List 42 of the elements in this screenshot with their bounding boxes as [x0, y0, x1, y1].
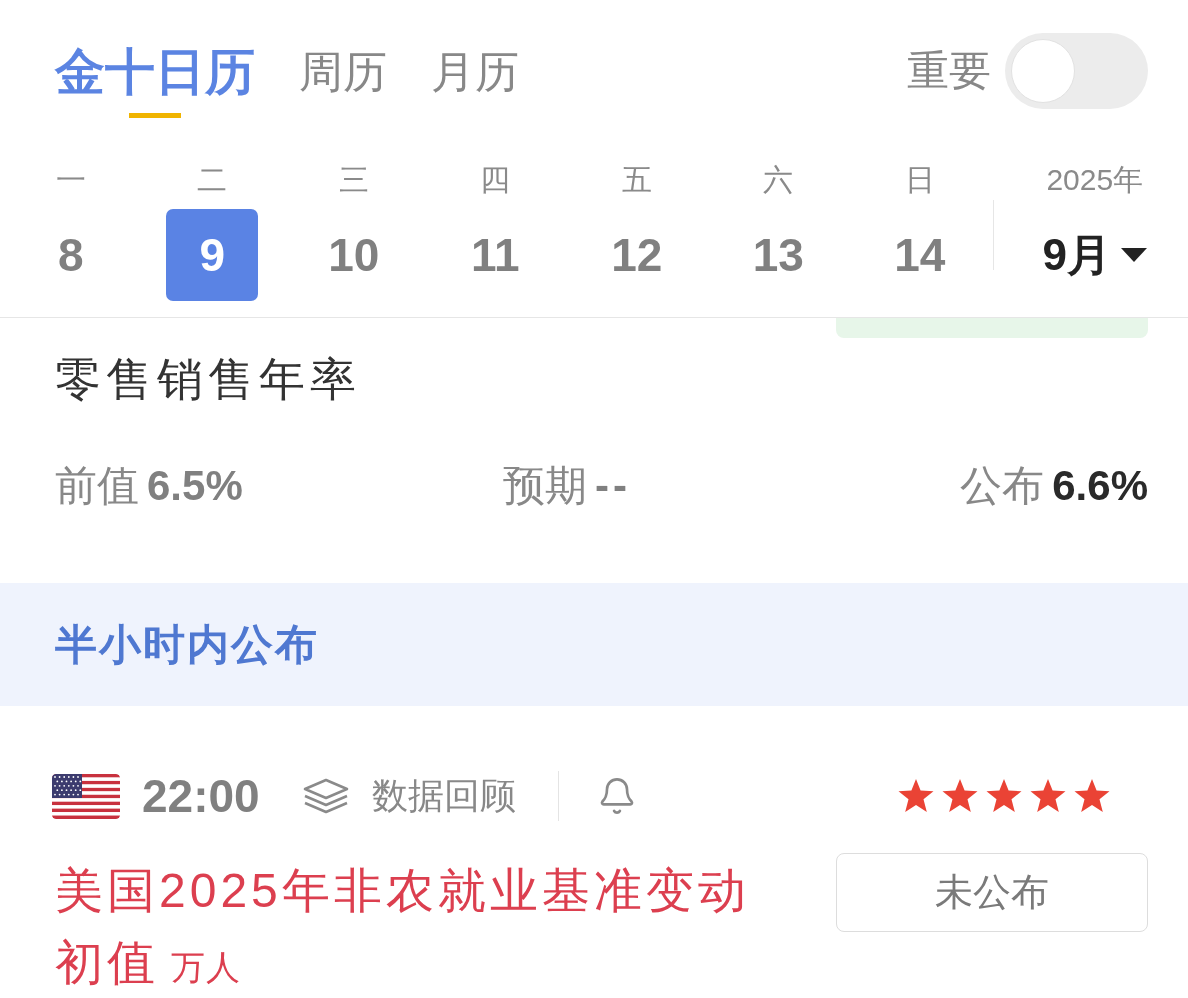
- event-title: 零售销售年率: [55, 352, 361, 407]
- star-icon: [942, 779, 978, 813]
- actual-label: 公布: [960, 461, 1045, 511]
- section-header: 半小时内公布: [0, 583, 1188, 706]
- month-dropdown[interactable]: 9月: [1042, 209, 1147, 301]
- weekday-label: 四: [480, 162, 511, 198]
- weekday-label: 三: [338, 162, 369, 198]
- date-button[interactable]: 14: [873, 209, 966, 301]
- layers-icon: [301, 778, 350, 814]
- toggle-label: 重要: [907, 46, 991, 96]
- date-button[interactable]: 10: [307, 209, 400, 301]
- star-icon: [898, 779, 934, 813]
- toggle-knob: [1011, 39, 1075, 103]
- event-title: 美国2025年非农就业基准变动初值 万人: [54, 863, 751, 991]
- status-button[interactable]: 未公布: [836, 853, 1148, 932]
- forecast-value: --: [595, 461, 631, 511]
- previous-label: 前值: [55, 461, 139, 511]
- weekday-label: 一: [55, 162, 86, 198]
- star-icon: [986, 779, 1022, 813]
- year-label: 2025年: [1046, 162, 1144, 198]
- previous-value: 6.5%: [147, 461, 243, 511]
- calendar-tab[interactable]: 月历: [431, 44, 519, 100]
- event-time: 22:00: [142, 769, 260, 824]
- calendar-tab[interactable]: 周历: [299, 44, 387, 100]
- weekday-label: 五: [621, 162, 652, 198]
- date-button[interactable]: 13: [732, 209, 825, 301]
- data-review-button[interactable]: 数据回顾: [301, 771, 516, 821]
- star-icon: [1030, 779, 1066, 813]
- date-button[interactable]: 8: [24, 209, 117, 301]
- caret-icon: [1121, 248, 1147, 262]
- weekday-label: 六: [763, 162, 794, 198]
- date-button[interactable]: 11: [449, 209, 542, 301]
- date-button[interactable]: 12: [590, 209, 683, 301]
- date-button[interactable]: 9: [166, 209, 259, 301]
- weekday-label: 二: [197, 162, 228, 198]
- star-icon: [1074, 779, 1110, 813]
- active-tab-indicator: [129, 113, 181, 118]
- calendar-tab[interactable]: 金十日历: [55, 44, 255, 118]
- flag-icon: [52, 773, 120, 819]
- actual-value: 6.6%: [1052, 461, 1148, 511]
- forecast-label: 预期: [503, 461, 587, 511]
- weekday-label: 日: [904, 162, 935, 198]
